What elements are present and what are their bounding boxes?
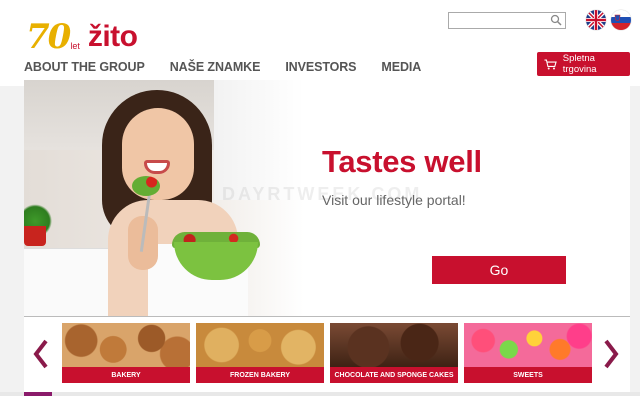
chevron-left-icon[interactable] — [32, 337, 50, 371]
hero-go-button[interactable]: Go — [432, 256, 566, 284]
uk-flag-icon[interactable] — [586, 10, 606, 30]
bottom-strip — [0, 392, 640, 396]
logo-anniversary-suffix: let — [70, 41, 80, 51]
category-card-bakery[interactable]: BAKERY — [62, 323, 190, 383]
logo-brand-name: žito — [87, 20, 138, 53]
main-nav: ABOUT THE GROUP NAŠE ZNAMKE INVESTORS ME… — [24, 60, 446, 74]
hero-headline: Tastes well — [322, 144, 482, 179]
sweets-image — [464, 323, 592, 367]
category-label: FROZEN BAKERY — [196, 367, 324, 383]
slovenia-flag-icon[interactable] — [611, 10, 631, 30]
nav-item-nase-znamke[interactable]: NAŠE ZNAMKE — [170, 60, 261, 74]
category-card-frozen-bakery[interactable]: FROZEN BAKERY — [196, 323, 324, 383]
nav-item-investors[interactable]: INVESTORS — [285, 60, 356, 74]
online-shop-button[interactable]: Spletna trgovina — [537, 52, 630, 76]
category-card-sweets[interactable]: SWEETS — [464, 323, 592, 383]
bakery-image — [62, 323, 190, 367]
bottom-accent — [24, 392, 52, 396]
nav-item-media[interactable]: MEDIA — [381, 60, 421, 74]
search-input[interactable] — [449, 16, 549, 31]
online-shop-label: Spletna trgovina — [562, 53, 597, 75]
logo-anniversary-number: 70 — [26, 17, 71, 57]
chocolate-cakes-image — [330, 323, 458, 367]
nav-item-about-the-group[interactable]: ABOUT THE GROUP — [24, 60, 145, 74]
category-label: CHOCOLATE AND SPONGE CAKES — [330, 367, 458, 383]
cart-icon — [544, 59, 557, 69]
zito-logo[interactable]: 70 let žito — [26, 14, 138, 54]
search-icon[interactable] — [550, 14, 562, 26]
category-carousel: BAKERY FROZEN BAKERY CHOCOLATE AND SPONG… — [24, 316, 630, 392]
category-card-chocolate-and-sponge-cakes[interactable]: CHOCOLATE AND SPONGE CAKES — [330, 323, 458, 383]
chevron-right-icon[interactable] — [602, 337, 620, 371]
category-label: BAKERY — [62, 367, 190, 383]
hero-banner: DAYRTWEEK.COM Tastes well Visit our life… — [24, 80, 630, 316]
category-label: SWEETS — [464, 367, 592, 383]
hero-subline: Visit our lifestyle portal! — [322, 192, 466, 208]
frozen-bakery-image — [196, 323, 324, 367]
site-header: 70 let žito ABOUT THE GROUP NAŠE ZNAMKE … — [0, 0, 640, 86]
search-box — [448, 12, 566, 31]
